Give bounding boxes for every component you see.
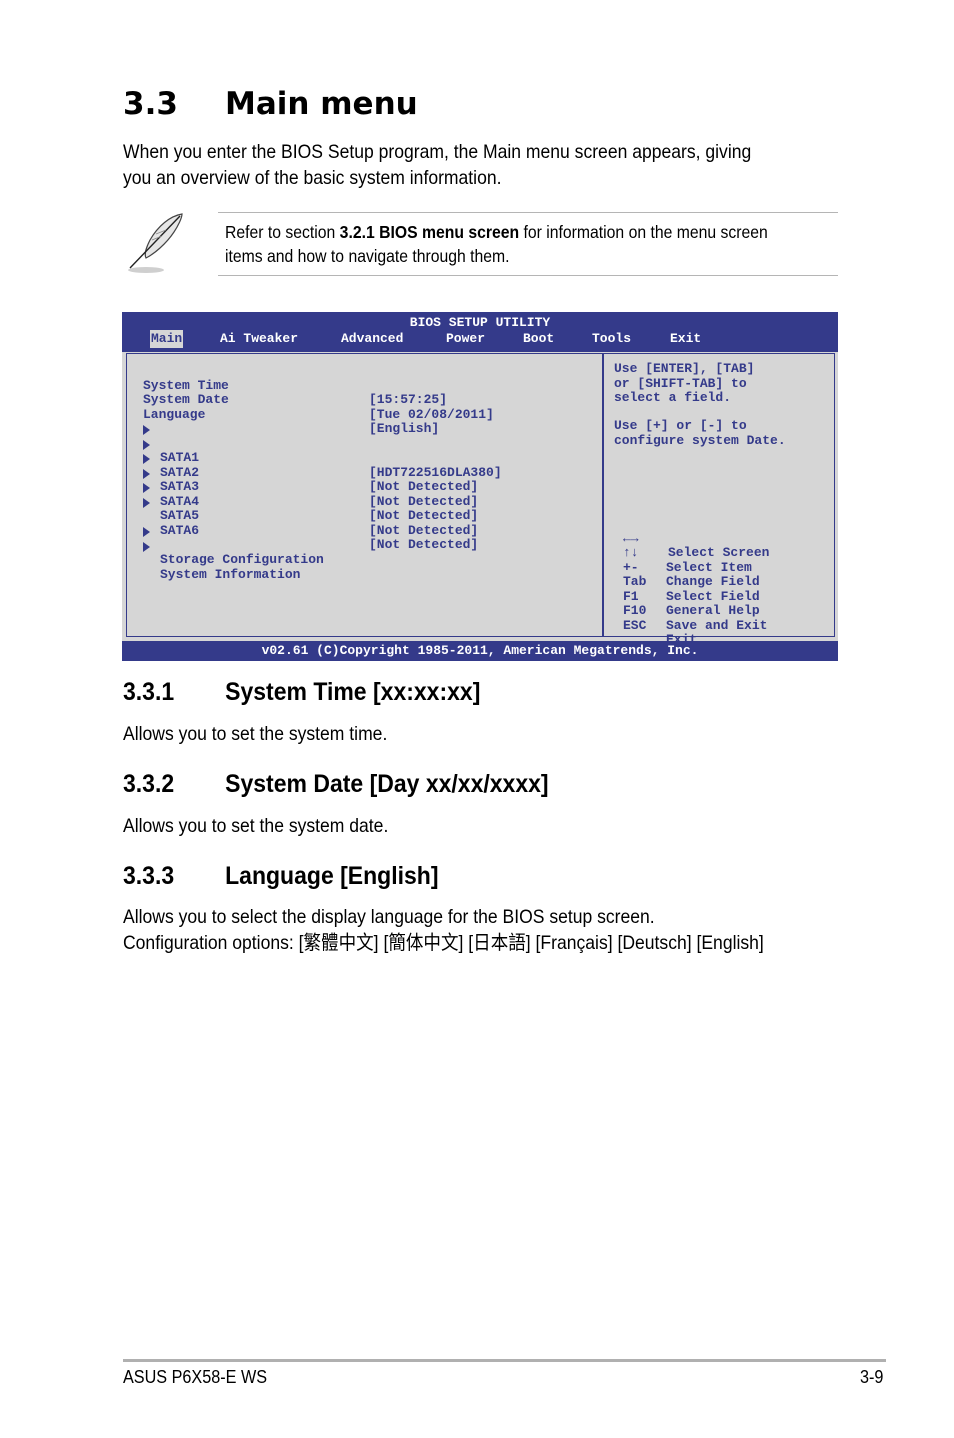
- key-hint-save-exit: F10 Save and Exit: [623, 590, 767, 632]
- footer-product: ASUS P6X58-E WS: [123, 1367, 268, 1387]
- subsection-body: Allows you to select the display languag…: [123, 904, 764, 956]
- subsection-heading-system-time: 3.3.1 System Time [xx:xx:xx]: [123, 678, 480, 707]
- help-text-line: Use [+] or [-] to: [614, 418, 747, 433]
- key-desc: Select Field: [666, 588, 760, 604]
- key-desc: Select Screen: [668, 545, 770, 560]
- note-top-rule: [218, 212, 838, 213]
- submenu-storage-configuration[interactable]: Storage Configuration: [127, 524, 324, 567]
- footer-rule: [123, 1359, 886, 1362]
- setting-value[interactable]: [Tue 02/08/2011]: [369, 407, 494, 423]
- submenu-arrow-icon: [143, 541, 150, 552]
- sata-value: [Not Detected]: [369, 493, 479, 509]
- section-title: Main menu: [225, 86, 418, 122]
- help-text-line: configure system Date.: [614, 432, 786, 448]
- help-text-line: or [SHIFT-TAB] to: [614, 375, 747, 391]
- sata-row[interactable]: SATA3 [Not Detected]: [127, 451, 478, 508]
- intro-paragraph: When you enter the BIOS Setup program, t…: [123, 139, 751, 191]
- tab-ai-tweaker[interactable]: Ai Tweaker: [220, 330, 298, 348]
- subsection-title: System Date [Day xx/xx/xxxx]: [225, 770, 549, 798]
- bios-screen: BIOS SETUP UTILITY Main Ai Tweaker Advan…: [122, 312, 838, 661]
- section-heading: 3.3 Main menu: [123, 86, 418, 122]
- submenu-arrow-icon: [143, 439, 150, 450]
- submenu-arrow-icon: [143, 483, 150, 493]
- help-text-line: Use [ENTER], [TAB]: [614, 361, 755, 376]
- bios-title: BIOS SETUP UTILITY: [409, 315, 551, 330]
- note-section-ref: 3.2.1 BIOS menu screen: [339, 222, 520, 242]
- sata-value: [Not Detected]: [369, 508, 479, 523]
- sata-row[interactable]: SATA4 [Not Detected]: [127, 466, 478, 523]
- language-options-line: Configuration options: [繁體中文] [簡体中文] [日本…: [123, 932, 764, 954]
- section-number: 3.3: [123, 86, 178, 122]
- key-desc: General Help: [666, 603, 760, 618]
- bios-menu-tabs: Main Ai Tweaker Advanced Power Boot Tool…: [122, 330, 838, 348]
- tab-main[interactable]: Main: [150, 330, 184, 348]
- key-hint-exit: ESC Exit: [623, 604, 697, 647]
- subsection-number: 3.3.1: [123, 678, 175, 706]
- submenu-label: System Information: [160, 566, 301, 582]
- sata-value: [Not Detected]: [369, 522, 479, 538]
- tab-tools[interactable]: Tools: [592, 330, 631, 348]
- sata-value: [Not Detected]: [369, 479, 479, 494]
- subsection-heading-system-date: 3.3.2 System Date [Day xx/xx/xxxx]: [123, 770, 549, 799]
- submenu-system-information[interactable]: System Information: [127, 539, 300, 581]
- subsection-body: Allows you to set the system time.: [123, 723, 388, 745]
- key-label: ESC: [623, 617, 647, 633]
- sata-value: [HDT722516DLA380]: [369, 464, 502, 480]
- bios-copyright-bar: v02.61 (C)Copyright 1985-2011, American …: [122, 641, 838, 661]
- bios-help-panel: Use [ENTER], [TAB] or [SHIFT-TAB] to sel…: [602, 353, 835, 647]
- subsection-number: 3.3.2: [123, 770, 175, 798]
- setting-row-system-time[interactable]: System Time [15:57:25]: [127, 364, 447, 407]
- sata-row[interactable]: SATA6 [Not Detected]: [127, 495, 478, 552]
- bios-settings-panel: System Time [15:57:25] System Date [Tue …: [126, 353, 604, 637]
- submenu-arrow-icon: [143, 468, 150, 479]
- tab-advanced[interactable]: Advanced: [341, 330, 403, 348]
- key-hint-select-item: ↑↓ Select Item: [623, 532, 752, 574]
- setting-label: Language: [143, 406, 206, 422]
- submenu-arrow-icon: [143, 425, 150, 435]
- submenu-label: Storage Configuration: [160, 552, 324, 567]
- note-bottom-rule: [218, 275, 838, 276]
- help-text-line: select a field.: [614, 390, 732, 405]
- key-hint-change-field: +- Change Field: [623, 546, 760, 589]
- key-desc: Select Item: [666, 559, 752, 575]
- submenu-arrow-icon: [143, 527, 150, 537]
- sata-value: [Not Detected]: [369, 537, 479, 552]
- sata-row[interactable]: SATA1 [HDT722516DLA380]: [127, 422, 502, 479]
- subsection-heading-language: 3.3.3 Language [English]: [123, 862, 439, 891]
- setting-row-system-date[interactable]: System Date [Tue 02/08/2011]: [127, 379, 494, 421]
- key-desc: Change Field: [666, 574, 760, 589]
- key-hint-select-field: Tab Select Field: [623, 561, 760, 603]
- setting-value[interactable]: [15:57:25]: [369, 392, 447, 408]
- tab-power[interactable]: Power: [446, 330, 485, 348]
- subsection-number: 3.3.3: [123, 862, 175, 890]
- subsection-body: Allows you to set the system date.: [123, 815, 389, 837]
- intro-line: you an overview of the basic system info…: [123, 167, 502, 189]
- tab-boot[interactable]: Boot: [523, 330, 554, 348]
- setting-row-language[interactable]: Language [English]: [127, 393, 439, 436]
- submenu-arrow-icon: [143, 497, 150, 508]
- body-line: Allows you to select the display languag…: [123, 906, 655, 928]
- key-hint-general-help: F1 General Help: [623, 575, 760, 618]
- key-desc: Save and Exit: [666, 617, 768, 633]
- subsection-title: System Time [xx:xx:xx]: [225, 678, 481, 706]
- note-text: Refer to section 3.2.1 BIOS menu screen …: [225, 222, 768, 266]
- intro-line: When you enter the BIOS Setup program, t…: [123, 141, 752, 163]
- submenu-arrow-icon: [143, 454, 150, 464]
- setting-value[interactable]: [English]: [369, 421, 439, 437]
- key-hint-select-screen: ←→ Select Screen: [623, 517, 769, 560]
- tab-exit[interactable]: Exit: [670, 330, 701, 348]
- quill-pen-icon: [122, 210, 186, 276]
- subsection-title: Language [English]: [225, 862, 439, 890]
- footer-page-number: 3-9: [860, 1367, 884, 1387]
- bios-header-bar: BIOS SETUP UTILITY Main Ai Tweaker Advan…: [122, 312, 838, 352]
- sata-row[interactable]: SATA5 [Not Detected]: [127, 480, 478, 537]
- sata-row[interactable]: SATA2 [Not Detected]: [127, 437, 478, 494]
